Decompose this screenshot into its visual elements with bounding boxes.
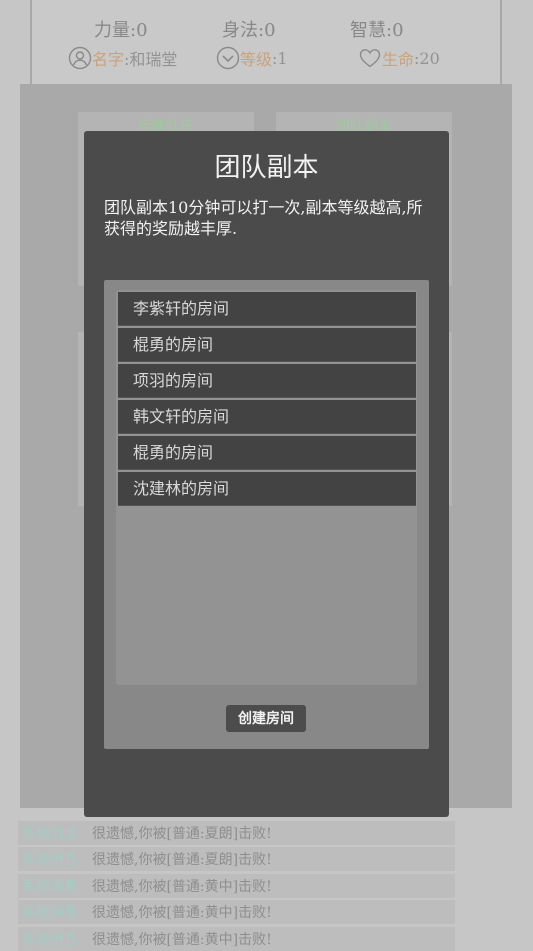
name-value: :和瑞堂 [124, 50, 178, 69]
chat-tag: 系统消息 [22, 905, 78, 921]
user-icon [68, 46, 92, 70]
chat-tag: 系统消息 [22, 826, 78, 842]
room-item[interactable]: 韩文轩的房间 [118, 400, 416, 434]
chat-tag: 系统消息 [22, 879, 78, 895]
chat-message: 很遗憾,你被[普通:夏朗]击败! [92, 852, 272, 868]
stat-wisdom: 智慧:0 [350, 20, 404, 41]
life-value: :20 [414, 48, 440, 68]
player-life: 生命 :20 [358, 44, 440, 72]
life-label: 生命 [382, 50, 415, 69]
chat-message: 很遗憾,你被[普通:黄中]击败! [92, 879, 272, 895]
chat-row: 系统消息 很遗憾,你被[普通:黄中]击败! [18, 927, 455, 951]
player-level: 等级 :1 [216, 44, 288, 72]
chat-message: 很遗憾,你被[普通:黄中]击败! [92, 905, 272, 921]
level-icon [216, 46, 240, 70]
room-list[interactable]: 李紫轩的房间 棍勇的房间 项羽的房间 韩文轩的房间 棍勇的房间 沈建林的房间 [116, 290, 417, 685]
dialog-title: 团队副本 [214, 153, 319, 183]
room-item[interactable]: 棍勇的房间 [118, 328, 416, 362]
create-room-button[interactable]: 创建房间 [226, 705, 306, 732]
heart-icon [358, 46, 382, 70]
room-panel: 李紫轩的房间 棍勇的房间 项羽的房间 韩文轩的房间 棍勇的房间 沈建林的房间 创… [104, 280, 429, 749]
raid-dialog: 团队副本 团队副本10分钟可以打一次,副本等级越高,所获得的奖励越丰厚. 李紫轩… [84, 131, 449, 817]
player-name: 名字 :和瑞堂 [68, 44, 177, 72]
chat-row: 系统消息 很遗憾,你被[普通:黄中]击败! [18, 874, 455, 898]
room-item[interactable]: 沈建林的房间 [118, 472, 416, 506]
dialog-description: 团队副本10分钟可以打一次,副本等级越高,所获得的奖励越丰厚. [104, 198, 423, 238]
stat-strength: 力量:0 [94, 20, 148, 41]
level-value: :1 [272, 48, 288, 68]
chat-row: 系统消息 很遗憾,你被[普通:夏朗]击败! [18, 847, 455, 871]
room-item[interactable]: 李紫轩的房间 [118, 292, 416, 326]
room-item[interactable]: 项羽的房间 [118, 364, 416, 398]
chat-tag: 系统消息 [22, 852, 78, 868]
stat-agility: 身法:0 [222, 20, 276, 41]
level-label: 等级 [240, 50, 273, 69]
name-label: 名字 [92, 50, 125, 69]
chat-row: 系统消息 很遗憾,你被[普通:夏朗]击败! [18, 821, 455, 845]
chat-message: 很遗憾,你被[普通:黄中]击败! [92, 932, 272, 948]
chat-message: 很遗憾,你被[普通:夏朗]击败! [92, 826, 272, 842]
chat-tag: 系统消息 [22, 932, 78, 948]
room-item[interactable]: 棍勇的房间 [118, 436, 416, 470]
chat-row: 系统消息 很遗憾,你被[普通:黄中]击败! [18, 900, 455, 924]
stats-panel: 力量:0 身法:0 智慧:0 名字 :和瑞堂 等级 :1 生命 :20 [30, 0, 502, 92]
